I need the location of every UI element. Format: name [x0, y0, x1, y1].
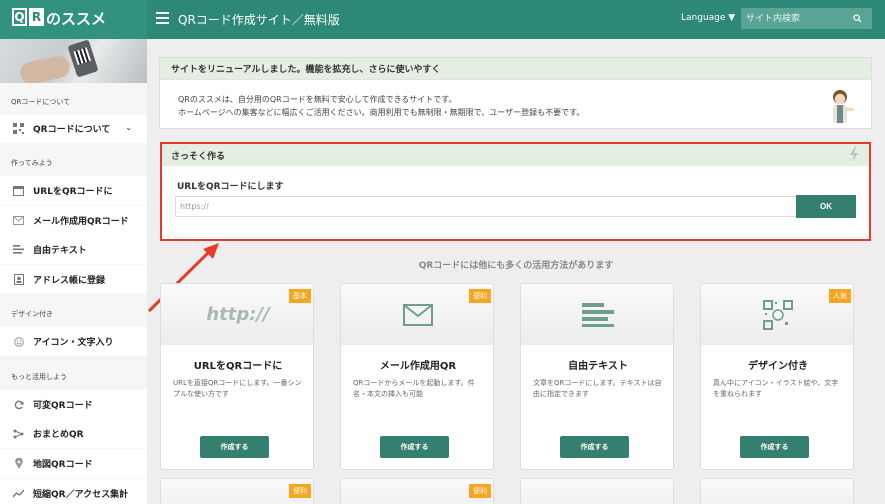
notice-text-line1: QRのススメは、自分用のQRコードを無料で安心して作成できるサイトです。 — [178, 95, 457, 104]
card-row2-2[interactable]: 便利 — [340, 478, 494, 504]
badge-basic: 基本 — [289, 289, 311, 303]
search-box — [741, 8, 872, 29]
sidebar-item-label: 可変QRコード — [33, 401, 93, 411]
logo[interactable]: Q R のススメ — [0, 0, 147, 39]
sidebar-banner-image — [0, 39, 147, 83]
card-description: URLを直接QRコードにします。一番シンプルな使い方です — [173, 379, 302, 398]
sidebar-item-label: アイコン・文字入り — [33, 338, 114, 348]
lightning-icon — [850, 147, 858, 162]
branch-icon — [13, 428, 24, 439]
url-input-label: URLをQRコードにします — [177, 182, 284, 192]
top-bar: Q R のススメ QRコード作成サイト／無料版 Language ▼ — [0, 0, 885, 39]
card-title: URLをQRコードに — [193, 361, 283, 372]
notice-text-line2: ホームページへの集客などに幅広くご活用ください。商用利用でも無制限・無期限で、ユ… — [178, 108, 585, 117]
sidebar-item-label: 自由テキスト — [33, 246, 87, 256]
create-button[interactable]: 作成する — [200, 436, 269, 458]
logo-text: のススメ — [46, 10, 107, 28]
create-button[interactable]: 作成する — [380, 436, 449, 458]
badge-convenient: 便利 — [469, 289, 491, 303]
sidebar-item-label: メール作成用QRコード — [33, 217, 129, 227]
sidebar-item-bundle-qr[interactable]: おまとめQR — [0, 419, 147, 448]
notice-panel: サイトをリニューアルしました。機能を拡充し、さらに使いやすく QRのススメは、自… — [159, 57, 872, 129]
card-url[interactable]: http:// 基本 URLをQRコードに URLを直接QRコードにします。一番… — [160, 283, 314, 470]
sidebar-item-label: おまとめQR — [33, 430, 84, 440]
qr-smile-icon — [763, 299, 793, 330]
card-row2-1[interactable]: 便利 — [160, 478, 314, 504]
language-selector[interactable]: Language ▼ — [681, 13, 735, 23]
hamburger-menu-icon[interactable] — [156, 12, 169, 24]
sidebar-section-more: もっと活用しよう — [11, 373, 67, 381]
ok-button[interactable]: OK — [796, 195, 856, 218]
sidebar-item-label: URLをQRコードに — [33, 187, 113, 197]
quick-make-panel: さっそく作る URLをQRコードにします OK — [160, 142, 871, 241]
browser-icon — [13, 185, 24, 196]
card-title: メール作成用QR — [379, 361, 457, 372]
sidebar-item-label: 短縮QR／アクセス集計 — [33, 490, 129, 500]
mail-icon — [403, 303, 433, 326]
mail-icon — [13, 215, 24, 226]
sidebar-item-about-qr[interactable]: QRコードについて ⌄ — [0, 114, 147, 143]
quick-make-title: さっそく作る — [162, 144, 869, 166]
sidebar-section-make: 作ってみよう — [11, 159, 53, 167]
card-title: 自由テキスト — [568, 361, 628, 372]
search-icon[interactable] — [853, 14, 862, 23]
card-text[interactable]: 自由テキスト 文章をQRコードにします。テキストは自由に指定できます 作成する — [520, 283, 674, 470]
sidebar-item-text[interactable]: 自由テキスト — [0, 235, 147, 264]
badge-convenient: 便利 — [469, 484, 491, 498]
create-button[interactable]: 作成する — [740, 436, 809, 458]
sidebar-item-url[interactable]: URLをQRコードに — [0, 176, 147, 205]
badge-convenient: 便利 — [289, 484, 311, 498]
sidebar-item-label: QRコードについて — [33, 125, 111, 135]
mascot-illustration — [833, 90, 854, 123]
contact-icon — [13, 274, 24, 285]
sidebar-item-short-qr[interactable]: 短縮QR／アクセス集計 — [0, 479, 147, 504]
chevron-down-icon: ⌄ — [125, 123, 132, 132]
search-input[interactable] — [746, 8, 846, 29]
pin-icon — [13, 458, 24, 469]
card-description: 文章をQRコードにします。テキストは自由に指定できます — [533, 379, 662, 398]
notice-title: サイトをリニューアルしました。機能を拡充し、さらに使いやすく — [160, 58, 871, 80]
badge-popular: 人気 — [829, 289, 851, 303]
card-description: QRコードからメールを起動します。件名・本文の挿入も可能 — [353, 379, 475, 398]
text-icon — [582, 302, 614, 327]
http-icon: http:// — [206, 304, 270, 325]
sidebar-item-label: アドレス帳に登録 — [33, 276, 106, 286]
sidebar: QRコードについて QRコードについて ⌄ 作ってみよう URLをQRコードに … — [0, 39, 147, 504]
sidebar-item-icon-text[interactable]: アイコン・文字入り — [0, 327, 147, 356]
refresh-icon — [13, 399, 24, 410]
text-icon — [13, 244, 24, 255]
card-image — [521, 284, 673, 345]
sidebar-item-label: 地図QRコード — [33, 460, 93, 470]
qr-icon — [13, 123, 24, 134]
sidebar-item-mail[interactable]: メール作成用QRコード — [0, 206, 147, 235]
card-row2-4[interactable] — [700, 478, 854, 504]
usage-subheading: QRコードには他にも多くの活用方法があります — [418, 261, 614, 271]
url-input[interactable] — [175, 196, 797, 217]
card-row2-3[interactable] — [520, 478, 674, 504]
sidebar-section-about: QRコードについて — [11, 98, 71, 106]
create-button[interactable]: 作成する — [560, 436, 629, 458]
card-description: 真ん中にアイコン・イラスト絵や、文字を重ねられます — [713, 379, 839, 398]
site-title: QRコード作成サイト／無料版 — [178, 13, 340, 27]
smile-icon — [13, 336, 24, 347]
logo-letter-r: R — [29, 8, 44, 26]
sidebar-item-variable-qr[interactable]: 可変QRコード — [0, 390, 147, 419]
logo-letter-q: Q — [12, 8, 27, 26]
chart-icon — [13, 488, 24, 499]
card-mail[interactable]: 便利 メール作成用QR QRコードからメールを起動します。件名・本文の挿入も可能… — [340, 283, 494, 470]
sidebar-section-design: デザイン付き — [11, 310, 53, 318]
card-title: デザイン付き — [748, 361, 808, 372]
sidebar-item-contact[interactable]: アドレス帳に登録 — [0, 265, 147, 294]
sidebar-item-map-qr[interactable]: 地図QRコード — [0, 449, 147, 478]
card-design[interactable]: 人気 デザイン付き 真ん中にアイコン・イラスト絵や、文字を重ねられます 作成する — [700, 283, 854, 470]
